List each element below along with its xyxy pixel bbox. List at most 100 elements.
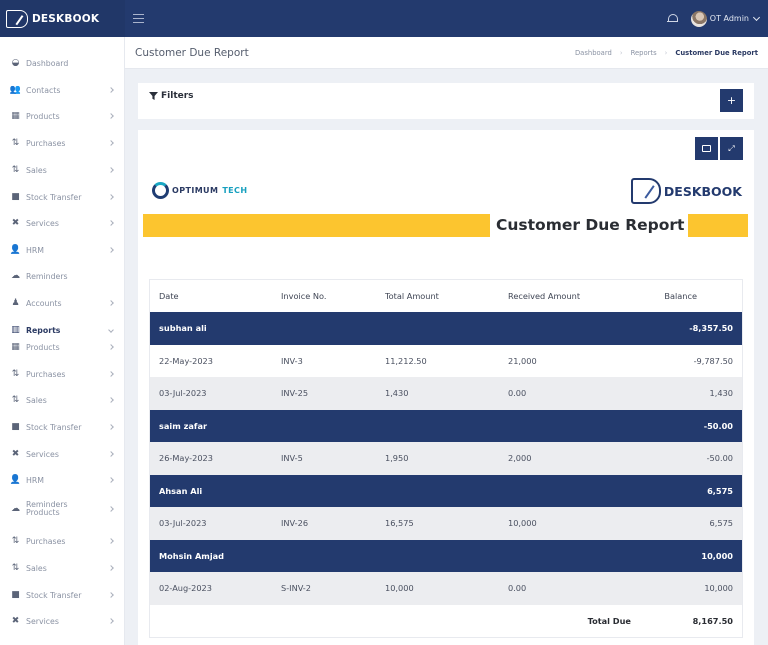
customer-balance: -50.00 xyxy=(703,420,733,431)
due-report-table: Date Invoice No. Total Amount Received A… xyxy=(149,279,743,638)
sidebar-item-label: Purchases xyxy=(26,138,66,148)
filters-title: Filters xyxy=(161,91,194,101)
deskbook-report-logo: DESKBOOK xyxy=(630,178,742,204)
chevron-down-icon xyxy=(752,13,761,21)
chevron-right-icon xyxy=(108,397,114,403)
truck-icon: ■ xyxy=(11,589,20,600)
hrm-icon: 👤 xyxy=(9,244,22,255)
sidebar-item-services[interactable]: ✖ Services xyxy=(0,611,125,631)
chevron-down-icon xyxy=(108,327,114,333)
sidebar-item-label: Accounts xyxy=(26,298,62,308)
report-heading: Customer Due Report xyxy=(496,216,685,234)
report-card: ⤢ OPTIMUM TECH DESKBOOK Customer Due Repo… xyxy=(138,130,754,645)
sidebar-item-contacts[interactable]: 👥 Contacts xyxy=(0,80,125,100)
fullscreen-button[interactable]: ⤢ xyxy=(720,137,743,160)
top-navbar: DESKBOOK OT Admin xyxy=(0,0,768,37)
sidebar-item-sales[interactable]: ⇅ Sales xyxy=(0,160,125,180)
customer-group-row: Mohsin Amjad 10,000 xyxy=(150,539,742,572)
sidebar-item-stock-transfer[interactable]: ■ Stock Transfer xyxy=(0,585,125,605)
company-accent: TECH xyxy=(222,186,248,195)
chevron-right-icon xyxy=(108,506,114,512)
cell-balance: 6,575 xyxy=(709,518,733,529)
cell-total: 1,950 xyxy=(385,453,409,464)
purchases-icon: ⇅ xyxy=(11,368,20,379)
sidebar-item-reminders[interactable]: ☁ Reminders Products xyxy=(0,497,125,521)
breadcrumb-reports[interactable]: Reports xyxy=(631,49,657,57)
cell-total: 1,430 xyxy=(385,388,409,399)
sidebar-item-purchases[interactable]: ⇅ Purchases xyxy=(0,531,125,551)
chevron-right-icon xyxy=(108,113,114,119)
page-title: Customer Due Report xyxy=(135,46,249,59)
table-row: 22-May-2023 INV-3 11,212.50 21,000 -9,787.50 xyxy=(150,345,742,378)
bell-icon[interactable] xyxy=(666,13,678,24)
breadcrumb-dashboard[interactable]: Dashboard xyxy=(575,49,612,57)
sidebar-item-label: HRM xyxy=(26,245,45,255)
sidebar-item-dashboard[interactable]: ◒ Dashboard xyxy=(0,53,125,73)
sidebar-item-label: Reminders Products xyxy=(26,501,68,517)
purchases-icon: ⇅ xyxy=(11,535,20,546)
products-icon: ▦ xyxy=(11,341,20,352)
sidebar-item-sales[interactable]: ⇅ Sales xyxy=(0,558,125,578)
user-menu[interactable]: OT Admin xyxy=(690,10,761,27)
cell-received: 2,000 xyxy=(508,453,532,464)
company-logo: OPTIMUM TECH xyxy=(152,182,247,199)
sidebar-item-label: Products xyxy=(26,342,60,352)
sidebar-item-stock-transfer[interactable]: ■ Stock Transfer xyxy=(0,417,125,437)
print-icon xyxy=(702,145,711,152)
sidebar-item-services[interactable]: ✖ Services xyxy=(0,444,125,464)
cell-balance: 1,430 xyxy=(709,388,733,399)
table-header-row: Date Invoice No. Total Amount Received A… xyxy=(150,280,742,312)
sidebar-item-label: Purchases xyxy=(26,369,66,379)
sidebar-item-label: Reports xyxy=(26,325,61,335)
sidebar-item-label: Reminders xyxy=(26,271,68,281)
filters-header[interactable]: Filters xyxy=(149,91,194,101)
sidebar-item-accounts[interactable]: ♟ Accounts xyxy=(0,293,125,313)
sidebar-item-stock-transfer[interactable]: ■ Stock Transfer xyxy=(0,187,125,207)
table-row: 26-May-2023 INV-5 1,950 2,000 -50.00 xyxy=(150,442,742,475)
chevron-right-icon xyxy=(108,194,114,200)
cell-invoice: INV-5 xyxy=(281,453,303,464)
heading-bar-right xyxy=(688,214,748,237)
sidebar-item-sales[interactable]: ⇅ Sales xyxy=(0,390,125,410)
column-header-received: Received Amount xyxy=(508,291,581,301)
total-due-value: 8,167.50 xyxy=(692,615,733,626)
sidebar-item-products[interactable]: ▦ Products xyxy=(0,337,125,357)
sidebar-item-hrm[interactable]: 👤 HRM xyxy=(0,470,125,490)
brand-logo[interactable]: DESKBOOK xyxy=(0,0,125,37)
sidebar-item-label: Dashboard xyxy=(26,58,69,68)
sidebar-item-products[interactable]: ▦ Products xyxy=(0,106,125,126)
avatar xyxy=(690,10,707,27)
sidebar-item-purchases[interactable]: ⇅ Purchases xyxy=(0,133,125,153)
products-icon: ▦ xyxy=(11,110,20,121)
cell-date: 03-Jul-2023 xyxy=(159,518,207,529)
expand-filters-button[interactable]: + xyxy=(720,89,743,112)
column-header-invoice: Invoice No. xyxy=(281,291,327,301)
cell-balance: -50.00 xyxy=(706,453,733,464)
heading-bar-left xyxy=(143,214,490,237)
sidebar-item-label: Sales xyxy=(26,563,47,573)
breadcrumb-separator-icon: › xyxy=(619,48,623,57)
cell-received: 10,000 xyxy=(508,518,537,529)
sidebar-item-label: Stock Transfer xyxy=(26,192,82,202)
filter-icon xyxy=(149,92,158,100)
customer-name: saim zafar xyxy=(159,420,208,431)
sidebar-item-purchases[interactable]: ⇅ Purchases xyxy=(0,364,125,384)
table-row: 03-Jul-2023 INV-25 1,430 0.00 1,430 xyxy=(150,377,742,410)
customer-name: subhan ali xyxy=(159,323,207,334)
company-name: OPTIMUM xyxy=(172,186,219,195)
sidebar-item-hrm[interactable]: 👤 HRM xyxy=(0,240,125,260)
tools-icon: ✖ xyxy=(11,217,20,228)
sidebar-item-reminders[interactable]: ☁ Reminders xyxy=(0,266,125,286)
filters-card: Filters + xyxy=(138,83,754,119)
chevron-right-icon xyxy=(108,344,114,350)
chevron-right-icon xyxy=(108,538,114,544)
customer-name: Mohsin Amjad xyxy=(159,550,225,561)
print-button[interactable] xyxy=(695,137,718,160)
sidebar-item-label: Stock Transfer xyxy=(26,590,82,600)
menu-toggle-icon[interactable] xyxy=(133,14,144,23)
sidebar-item-services[interactable]: ✖ Services xyxy=(0,213,125,233)
sidebar-item-label: Services xyxy=(26,218,59,228)
chevron-right-icon xyxy=(108,300,114,306)
sidebar-item-label: Stock Transfer xyxy=(26,422,82,432)
deskbook-logo-icon xyxy=(630,178,661,204)
